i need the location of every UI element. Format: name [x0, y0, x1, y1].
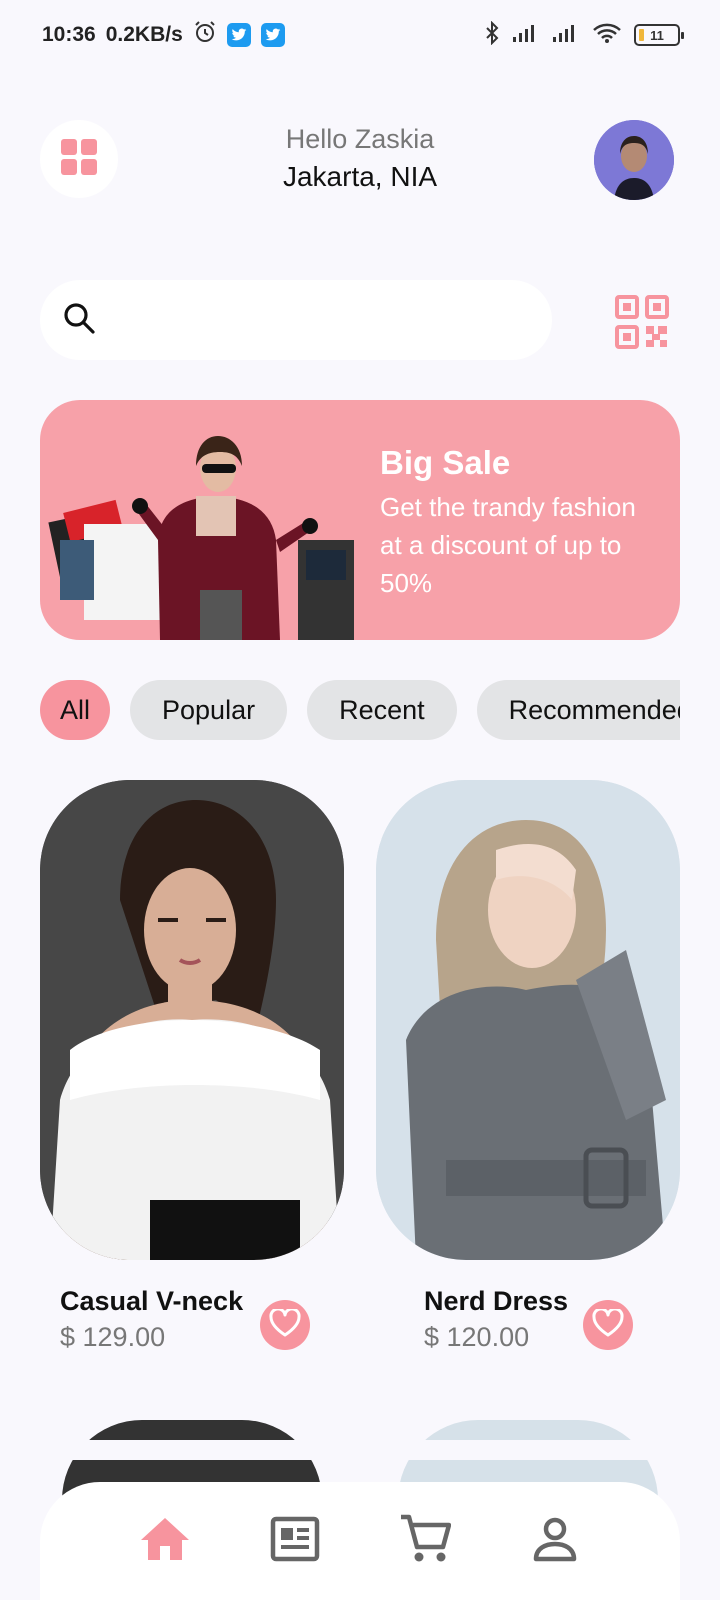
nav-profile[interactable]	[525, 1511, 585, 1571]
scroll-fade	[0, 1440, 720, 1460]
nav-cart[interactable]	[395, 1511, 455, 1571]
nav-home[interactable]	[135, 1511, 195, 1571]
product-price: $ 129.00	[60, 1322, 166, 1352]
wifi-icon	[592, 22, 622, 49]
twitter-icon	[260, 23, 285, 47]
qr-code-button[interactable]	[614, 294, 670, 350]
status-left: 10:36 0.2KB/s	[42, 20, 285, 50]
product-image[interactable]	[376, 780, 680, 1260]
heart-icon	[592, 1306, 624, 1342]
search-input[interactable]	[110, 306, 510, 334]
avatar[interactable]	[594, 120, 674, 200]
greeting-text: Hello Zaskia	[285, 124, 435, 154]
greeting: Hello Zaskia Jakarta, NIA	[200, 124, 520, 193]
status-bar: 10:36 0.2KB/s 11	[0, 0, 720, 70]
sale-banner[interactable]: Big Sale Get the trandy fashion at a dis…	[40, 400, 680, 640]
tab-recent[interactable]: Recent	[307, 680, 457, 740]
favorite-button[interactable]	[260, 1300, 310, 1350]
banner-image	[48, 436, 354, 640]
location-text: Jakarta, NIA	[282, 161, 438, 192]
product-image[interactable]	[40, 780, 344, 1260]
status-time: 10:36	[42, 23, 96, 46]
banner-description: Get the trandy fashion at a discount of …	[380, 492, 636, 598]
bottom-navigation	[40, 1482, 680, 1600]
news-icon	[270, 1516, 320, 1567]
tab-all[interactable]: All	[40, 680, 111, 740]
signal-icon	[552, 23, 580, 48]
qr-code-icon	[614, 295, 670, 354]
network-speed: 0.2KB/s	[105, 23, 183, 46]
banner-title: Big Sale	[380, 444, 511, 481]
battery-level: 11	[650, 27, 664, 43]
favorite-button[interactable]	[583, 1300, 633, 1350]
tab-recommended[interactable]: Recommended	[476, 680, 680, 740]
search-icon	[62, 301, 96, 340]
signal-icon	[512, 23, 540, 48]
alarm-icon	[193, 20, 217, 50]
product-name[interactable]: Nerd Dress	[424, 1286, 568, 1317]
battery-icon: 11	[634, 24, 684, 46]
category-tabs: All Popular Recent Recommended	[40, 680, 680, 740]
tab-popular[interactable]: Popular	[130, 680, 288, 740]
grid-icon	[61, 138, 97, 180]
product-price: $ 120.00	[424, 1322, 530, 1352]
bluetooth-icon	[484, 20, 500, 50]
twitter-icon	[226, 23, 251, 47]
heart-icon	[269, 1306, 301, 1342]
cart-icon	[399, 1513, 452, 1570]
home-icon	[139, 1516, 191, 1567]
status-right: 11	[484, 20, 684, 50]
menu-button[interactable]	[40, 120, 118, 198]
nav-news[interactable]	[265, 1511, 325, 1571]
profile-icon	[532, 1516, 578, 1567]
product-name[interactable]: Casual V-neck	[60, 1286, 243, 1317]
search-bar[interactable]	[40, 280, 552, 360]
